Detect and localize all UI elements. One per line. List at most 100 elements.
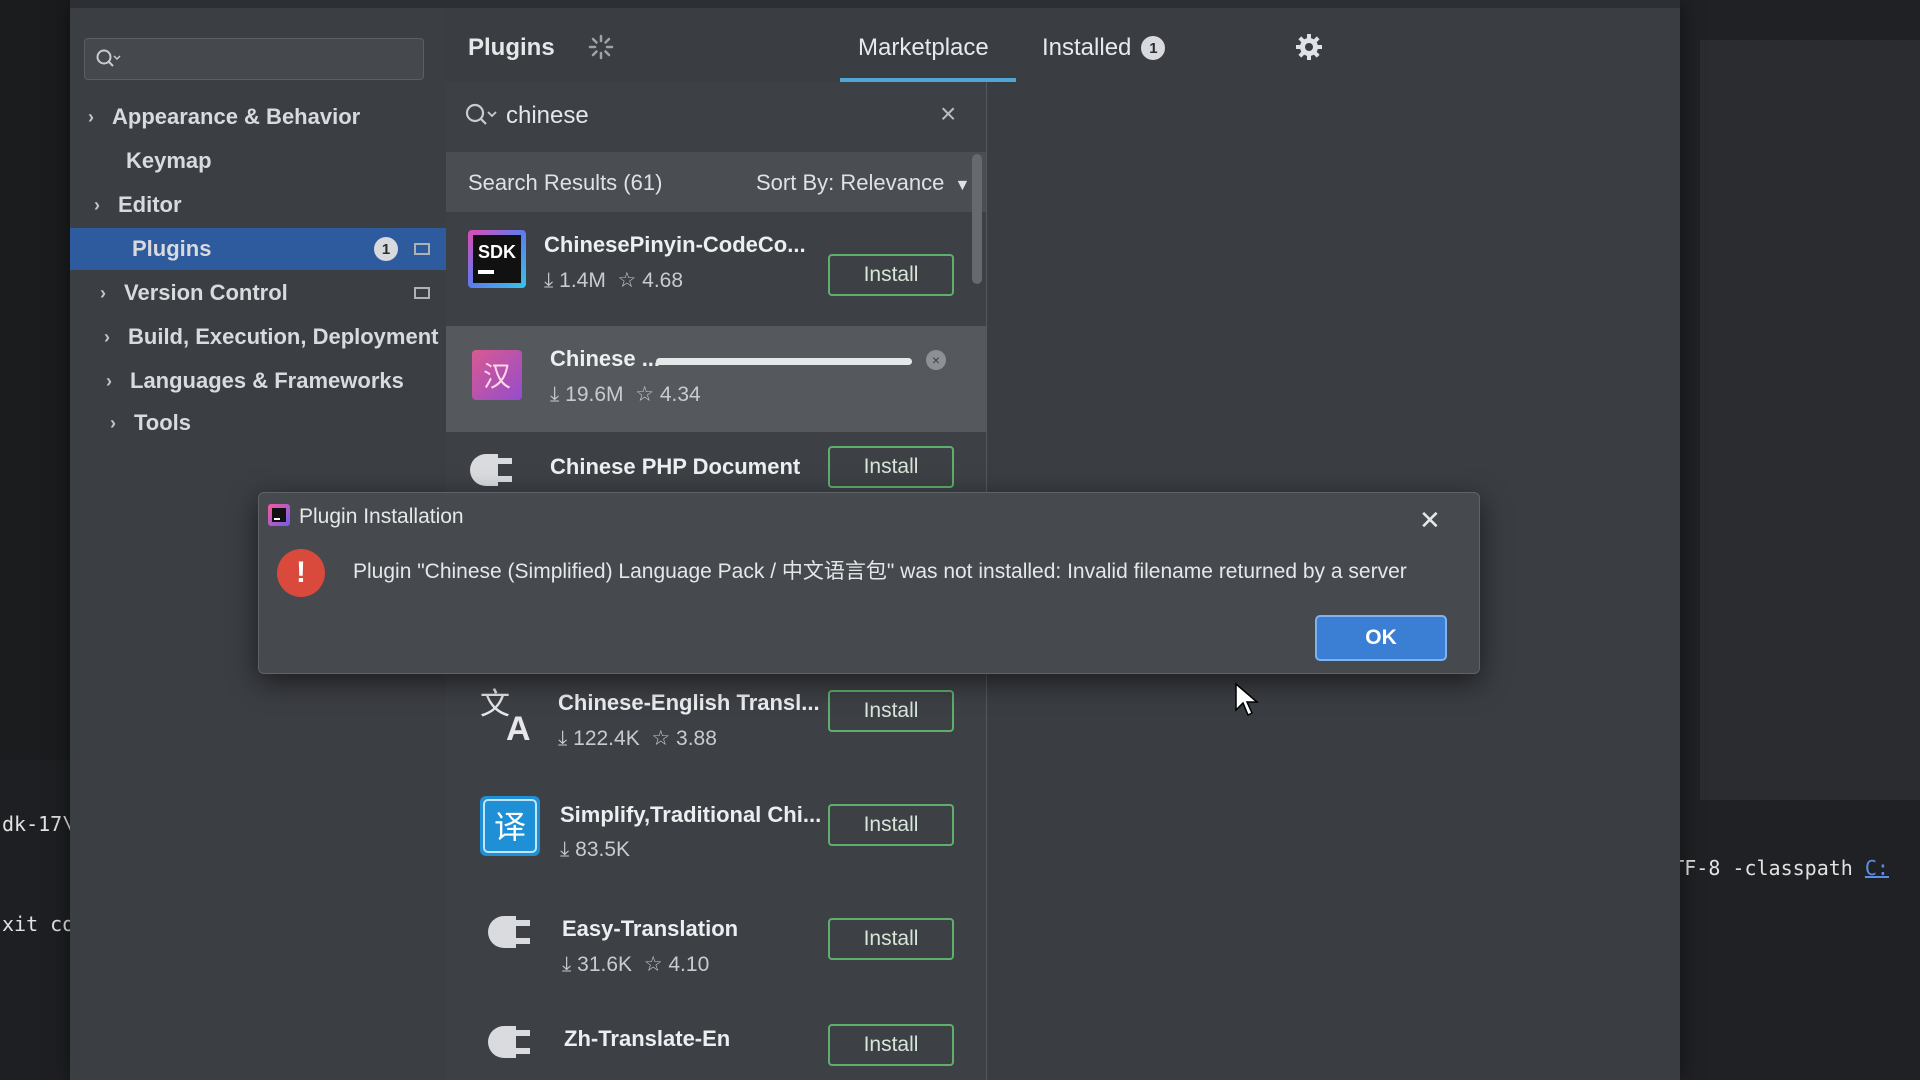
loading-spinner-icon (588, 34, 614, 60)
rating: 4.10 (668, 953, 710, 976)
mouse-cursor-icon (1235, 682, 1260, 717)
plugin-row[interactable]: 译 Simplify,Traditional Chi... ⤓ 83.5K In… (446, 782, 986, 892)
download-count: 19.6M (565, 383, 624, 406)
download-count: 1.4M (559, 269, 606, 292)
plugin-name: Chinese-English Transl... (558, 690, 820, 715)
sidebar-item-label: Version Control (124, 280, 288, 305)
sidebar-item-label: Build, Execution, Deployment (128, 324, 439, 349)
plugin-plug-icon (488, 916, 530, 948)
marketplace-search-field[interactable]: chinese × (446, 82, 986, 153)
cancel-install-icon[interactable]: × (926, 350, 946, 370)
sdk-icon: SDK (468, 230, 526, 288)
svg-text:汉: 汉 (483, 360, 511, 393)
download-icon: ⤓ (550, 383, 560, 406)
chevron-down-icon: ▼ (954, 177, 971, 194)
sort-label: Sort By: Relevance (756, 170, 945, 195)
settings-search-input[interactable] (127, 46, 411, 72)
sidebar-item-tools[interactable]: › Tools (70, 402, 478, 444)
svg-text:译: 译 (494, 808, 526, 846)
sidebar-item-plugins[interactable]: Plugins 1 (70, 228, 508, 270)
plugin-row[interactable]: Zh-Translate-En Install (446, 1006, 986, 1080)
han-character-icon: 汉 (472, 350, 522, 400)
plugin-name: Chinese ... (550, 346, 661, 371)
download-icon: ⤓ (560, 838, 570, 861)
gear-icon[interactable] (1294, 32, 1324, 62)
rating: 4.68 (642, 269, 684, 292)
chevron-right-icon: › (110, 412, 116, 433)
star-icon: ☆ (643, 953, 663, 976)
ok-button[interactable]: OK (1315, 615, 1447, 661)
plugin-stats: ⤓ 31.6K ☆ 4.10 (562, 952, 709, 977)
plugin-row[interactable]: 文 A Chinese-English Transl... ⤓ 122.4K ☆… (446, 670, 986, 780)
star-icon: ☆ (651, 727, 671, 750)
window-titlebar (70, 0, 1680, 8)
download-count: 31.6K (577, 953, 633, 976)
install-button[interactable]: Install (828, 690, 954, 732)
project-scope-icon (414, 243, 430, 255)
rating: 4.34 (659, 383, 701, 406)
plugin-stats: ⤓ 1.4M ☆ 4.68 (544, 268, 683, 293)
install-button[interactable]: Install (828, 446, 954, 488)
sort-dropdown[interactable]: Sort By: Relevance ▼ (756, 170, 970, 196)
dialog-title: Plugin Installation (299, 505, 464, 528)
sidebar-item-label: Keymap (126, 148, 212, 173)
sidebar-item-editor[interactable]: › Editor (70, 184, 462, 226)
sidebar-item-languages[interactable]: › Languages & Frameworks (70, 360, 474, 402)
plugin-row-installing[interactable]: 汉 Chinese ... × ⤓ 19.6M ☆ 4.34 (446, 326, 986, 432)
plugin-stats: ⤓ 122.4K ☆ 3.88 (558, 726, 717, 751)
install-button[interactable]: Install (828, 254, 954, 296)
editor-panel (1700, 40, 1920, 800)
tab-marketplace[interactable]: Marketplace (858, 34, 989, 62)
installed-count-badge: 1 (1141, 36, 1166, 60)
download-icon: ⤓ (558, 727, 568, 750)
plugins-header: Plugins Marketplace Installed 1 (446, 8, 1680, 83)
plugin-installation-dialog: Plugin Installation ✕ ! Plugin "Chinese … (258, 492, 1480, 674)
search-icon (465, 103, 497, 125)
error-icon: ! (277, 549, 325, 597)
tab-label: Installed (1042, 34, 1132, 61)
sidebar-item-keymap[interactable]: Keymap (70, 140, 502, 182)
clear-search-icon[interactable]: × (940, 98, 956, 130)
app-icon (268, 504, 290, 526)
settings-search-field[interactable] (84, 38, 424, 80)
search-icon (96, 49, 121, 67)
plugin-row[interactable]: Easy-Translation ⤓ 31.6K ☆ 4.10 Install (446, 896, 986, 1006)
search-input[interactable]: chinese (506, 102, 589, 130)
plugin-stats: ⤓ 19.6M ☆ 4.34 (550, 382, 701, 407)
sidebar-item-version-control[interactable]: › Version Control (70, 272, 468, 314)
install-button[interactable]: Install (828, 918, 954, 960)
star-icon: ☆ (617, 269, 637, 292)
close-icon[interactable]: ✕ (1419, 505, 1441, 536)
rating: 3.88 (676, 727, 717, 750)
sidebar-item-appearance[interactable]: › Appearance & Behavior (70, 96, 456, 138)
plugin-stats: ⤓ 83.5K (560, 838, 630, 862)
translate-icon: 文 A (480, 687, 531, 746)
error-message: Plugin "Chinese (Simplified) Language Pa… (353, 560, 1407, 583)
chevron-right-icon: › (94, 194, 100, 215)
results-header: Search Results (61) Sort By: Relevance ▼ (446, 152, 986, 212)
chevron-right-icon: › (100, 282, 106, 303)
chevron-right-icon: › (88, 106, 94, 127)
install-button[interactable]: Install (828, 1024, 954, 1066)
svg-text:A: A (506, 710, 531, 746)
results-count: Search Results (61) (468, 170, 663, 195)
yi-character-icon: 译 (480, 796, 540, 856)
sidebar-item-label: Plugins (132, 236, 212, 261)
chevron-right-icon: › (106, 370, 112, 391)
sidebar-item-label: Languages & Frameworks (130, 368, 404, 393)
plugin-row[interactable]: SDK ChinesePinyin-CodeCo... ⤓ 1.4M ☆ 4.6… (446, 212, 986, 322)
install-button[interactable]: Install (828, 804, 954, 846)
plugin-name: ChinesePinyin-CodeCo... (544, 232, 806, 257)
update-count-badge: 1 (374, 237, 398, 261)
tab-installed[interactable]: Installed 1 (1042, 34, 1166, 62)
chevron-right-icon: › (104, 326, 110, 347)
plugin-plug-icon (488, 1026, 530, 1058)
plugin-name: Easy-Translation (562, 916, 739, 941)
download-count: 83.5K (575, 838, 631, 861)
project-scope-icon (414, 287, 430, 299)
install-progress-bar (656, 358, 912, 365)
terminal-path-link[interactable]: C: (1865, 856, 1889, 880)
sidebar-item-label: Tools (134, 410, 192, 435)
sidebar-item-build[interactable]: › Build, Execution, Deployment (70, 316, 472, 358)
sidebar-item-label: Editor (118, 192, 182, 217)
